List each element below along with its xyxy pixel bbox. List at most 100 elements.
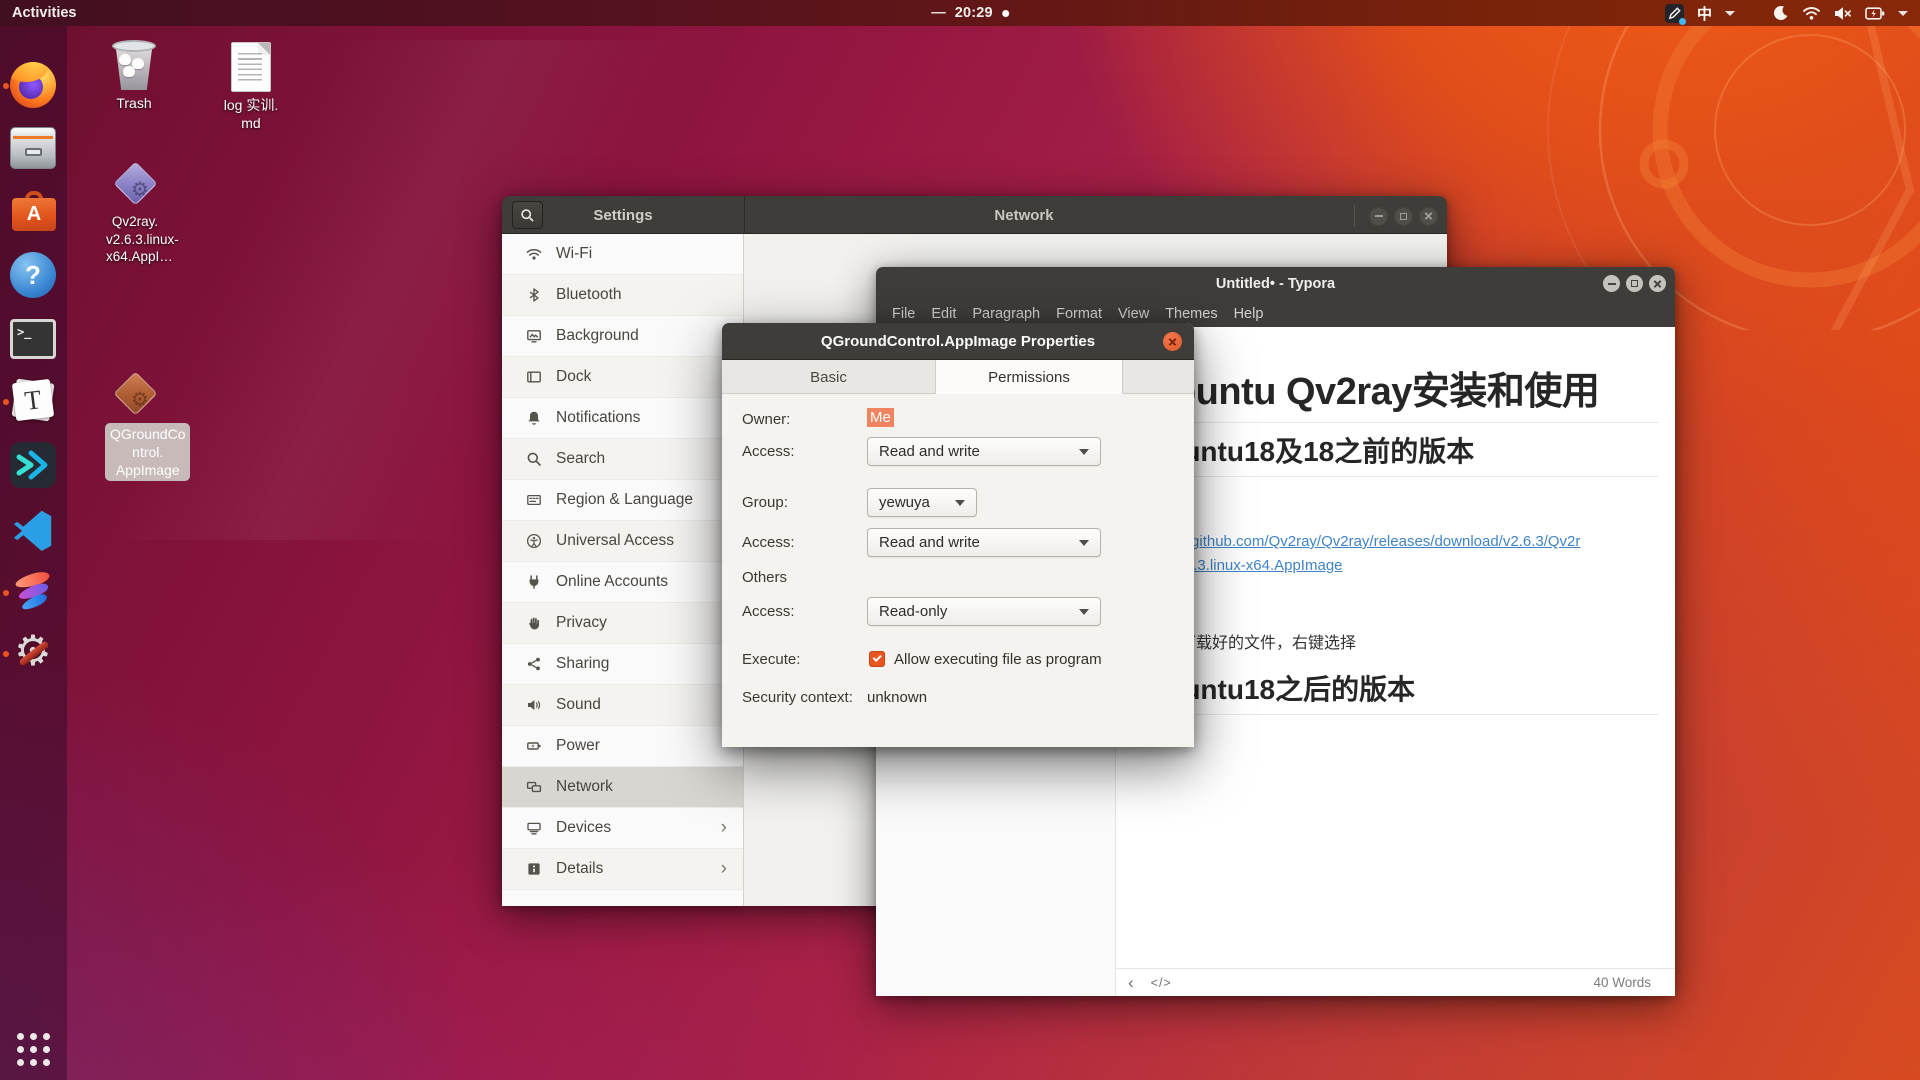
sidebar-item-devices[interactable]: Devices › (502, 808, 743, 849)
desktop-icon-markdown-file[interactable]: log 实训. md (210, 42, 292, 132)
sidebar-item-privacy[interactable]: Privacy (502, 603, 743, 644)
running-indicator (3, 651, 9, 657)
others-access-dropdown[interactable]: Read-only (867, 597, 1101, 626)
icon-label: x64.AppI… (106, 248, 164, 266)
network-icon (526, 779, 542, 795)
dock-item-vscode[interactable] (10, 506, 58, 554)
terminal-icon: >_ (10, 319, 56, 359)
menu-file[interactable]: File (885, 304, 922, 324)
sidebar-item-label: Online Accounts (556, 573, 668, 591)
close-button[interactable] (1649, 275, 1666, 292)
sidebar-item-label: Privacy (556, 614, 607, 632)
dock-item-comet-app[interactable] (10, 569, 58, 617)
doc-heading-1: Ubuntu Qv2ray安装和使用 (1146, 371, 1658, 423)
tab-permissions[interactable]: Permissions (935, 360, 1123, 394)
settings-window-controls (1354, 205, 1438, 227)
menu-format[interactable]: Format (1049, 304, 1109, 324)
desktop: Trash log 实训. md ⚙ Qv2ray. v2.6.3.linux-… (0, 0, 1920, 1080)
dialog-titlebar[interactable]: QGroundControl.AppImage Properties (722, 323, 1194, 360)
show-applications-button[interactable] (0, 1033, 67, 1066)
owner-label: Owner: (742, 411, 790, 428)
close-button[interactable] (1419, 207, 1438, 226)
maximize-button[interactable] (1626, 275, 1643, 292)
background-icon (526, 328, 542, 344)
close-button[interactable] (1163, 332, 1182, 351)
menu-themes[interactable]: Themes (1158, 304, 1224, 324)
menu-view[interactable]: View (1111, 304, 1156, 324)
desktop-icon-qv2ray-appimage[interactable]: ⚙ Qv2ray. v2.6.3.linux- x64.AppI… (106, 163, 164, 266)
volume-muted-icon (1834, 6, 1852, 21)
sidebar-item-sound[interactable]: Sound (502, 685, 743, 726)
sidebar-item-universal-access[interactable]: Universal Access (502, 521, 743, 562)
owner-access-dropdown[interactable]: Read and write (867, 437, 1101, 466)
sidebar-item-label: Network (556, 778, 613, 796)
sidebar-item-bluetooth[interactable]: Bluetooth (502, 275, 743, 316)
sidebar-item-wifi[interactable]: Wi-Fi (502, 234, 743, 275)
activities-button[interactable]: Activities (0, 0, 88, 26)
typora-titlebar[interactable]: Untitled• - Typora (876, 267, 1675, 301)
menu-paragraph[interactable]: Paragraph (965, 304, 1047, 324)
sidebar-toggle-icon[interactable]: ‹ (1128, 973, 1134, 993)
system-tray[interactable]: 中 (1665, 0, 1908, 26)
menu-edit[interactable]: Edit (924, 304, 963, 324)
chevron-right-icon: › (721, 817, 727, 839)
group-dropdown[interactable]: yewuya (867, 488, 977, 517)
ubuntu-software-icon: A (12, 191, 56, 231)
dock-item-terminal[interactable]: >_ (10, 315, 58, 363)
desktop-icon-qgroundcontrol-appimage[interactable]: ⚙ QGroundCo ntrol. AppImage (105, 373, 165, 481)
dock-item-ubuntu-software[interactable]: A (10, 187, 58, 235)
sidebar-item-region-language[interactable]: Region & Language (502, 480, 743, 521)
vscode-icon (10, 506, 56, 552)
execute-checkbox[interactable] (869, 651, 885, 667)
sidebar-item-sharing[interactable]: Sharing (502, 644, 743, 685)
sidebar-item-label: Bluetooth (556, 286, 622, 304)
dropdown-arrow-icon (1079, 609, 1089, 615)
chinese-input-indicator[interactable]: 中 (1697, 3, 1712, 24)
minimize-button[interactable] (1603, 275, 1620, 292)
dock-item-firefox[interactable] (10, 62, 58, 110)
dock-item-settings[interactable]: ⚙ (10, 630, 58, 678)
chevron-down-icon[interactable] (1725, 11, 1735, 16)
files-icon (10, 127, 56, 169)
minimize-button[interactable] (1369, 207, 1388, 226)
sidebar-item-details[interactable]: Details › (502, 849, 743, 890)
icon-label-selected: QGroundCo ntrol. AppImage (105, 423, 190, 481)
others-label: Others (742, 569, 787, 586)
others-access-label: Access: (742, 603, 795, 620)
system-menu-chevron-icon[interactable] (1898, 11, 1908, 16)
source-code-mode-icon[interactable]: </> (1151, 976, 1172, 990)
typora-statusbar: ‹ </> 40 Words (1115, 968, 1675, 996)
download-link[interactable]: https://github.com/Qv2ray/Qv2ray/release… (1146, 530, 1658, 578)
dock-item-remote-app[interactable] (10, 442, 58, 490)
qv2ray-appimage-icon: ⚙ (107, 163, 163, 213)
search-icon (526, 451, 542, 467)
sidebar-item-network[interactable]: Network (502, 767, 743, 808)
sidebar-item-power[interactable]: Power (502, 726, 743, 767)
sidebar-item-online-accounts[interactable]: Online Accounts (502, 562, 743, 603)
group-access-dropdown[interactable]: Read and write (867, 528, 1101, 557)
privacy-icon (526, 615, 542, 631)
chevron-right-icon: › (721, 858, 727, 880)
sidebar-item-dock[interactable]: Dock (502, 357, 743, 398)
night-light-icon (1771, 4, 1789, 22)
sidebar-item-background[interactable]: Background (502, 316, 743, 357)
icon-label: Trash (94, 94, 174, 112)
teal-arrows-icon (10, 442, 56, 488)
sidebar-item-search[interactable]: Search (502, 439, 743, 480)
details-icon (526, 861, 542, 877)
dialog-title: QGroundControl.AppImage Properties (821, 333, 1095, 350)
dock-item-typora[interactable]: T (10, 378, 58, 426)
input-method-icon[interactable] (1665, 4, 1684, 23)
owner-value: Me (867, 408, 894, 427)
sidebar-item-notifications[interactable]: Notifications (502, 398, 743, 439)
tab-basic[interactable]: Basic (722, 360, 935, 394)
maximize-button[interactable] (1394, 207, 1413, 226)
menu-help[interactable]: Help (1227, 304, 1271, 324)
sidebar-item-label: Wi-Fi (556, 245, 592, 263)
desktop-icon-trash[interactable]: Trash (94, 38, 174, 112)
typora-editor[interactable]: Ubuntu Qv2ray安装和使用 Ubuntu18及18之前的版本 http… (1115, 327, 1675, 968)
dock-item-help[interactable]: ? (10, 252, 58, 300)
clock[interactable]: — 20:29 (931, 5, 1009, 21)
sidebar-item-label: Power (556, 737, 600, 755)
dock-item-files[interactable] (10, 124, 58, 172)
